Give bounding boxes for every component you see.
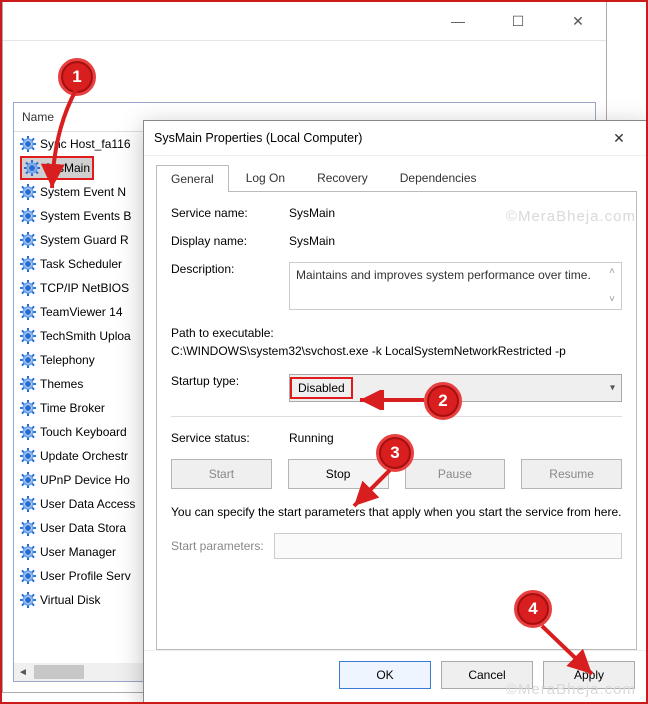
parent-titlebar: — ☐ ✕ (3, 2, 606, 41)
resume-button[interactable]: Resume (521, 459, 622, 489)
watermark: ©MeraBheja.com (506, 208, 636, 225)
start-params-hint: You can specify the start parameters tha… (171, 503, 622, 521)
service-label: TCP/IP NetBIOS (40, 281, 129, 295)
dialog-titlebar: SysMain Properties (Local Computer) ✕ (144, 121, 648, 156)
pause-button[interactable]: Pause (405, 459, 506, 489)
gear-icon (20, 256, 36, 272)
dialog-close-button[interactable]: ✕ (599, 123, 639, 153)
gear-icon (20, 352, 36, 368)
service-label: Update Orchestr (40, 449, 128, 463)
gear-icon (20, 424, 36, 440)
gear-icon (20, 592, 36, 608)
description-scrollbar[interactable]: ˄ ˅ (605, 265, 619, 307)
service-status-label: Service status: (171, 431, 289, 445)
start-params-label: Start parameters: (171, 539, 264, 553)
close-button[interactable]: ✕ (558, 6, 598, 36)
scroll-up-icon[interactable]: ˄ (605, 265, 619, 279)
path-label: Path to executable: (171, 324, 622, 342)
minimize-button[interactable]: — (438, 6, 478, 36)
gear-icon (20, 232, 36, 248)
separator (171, 416, 622, 417)
description-text: Maintains and improves system performanc… (296, 268, 591, 282)
service-label: Touch Keyboard (40, 425, 127, 439)
gear-icon (20, 280, 36, 296)
path-value: C:\WINDOWS\system32\svchost.exe -k Local… (171, 342, 622, 360)
tab-recovery[interactable]: Recovery (302, 164, 383, 191)
service-label: System Guard R (40, 233, 129, 247)
annotation-marker-3: 3 (376, 434, 414, 472)
scroll-thumb[interactable] (34, 665, 84, 679)
tab-strip: General Log On Recovery Dependencies (156, 164, 637, 192)
service-label: Telephony (40, 353, 95, 367)
description-label: Description: (171, 262, 289, 276)
gear-icon (20, 472, 36, 488)
service-label: Virtual Disk (40, 593, 100, 607)
gear-icon (20, 304, 36, 320)
gear-icon (20, 136, 36, 152)
general-tab-panel: Service name: SysMain Display name: SysM… (156, 192, 637, 650)
annotation-marker-1: 1 (58, 58, 96, 96)
service-status-value: Running (289, 431, 622, 445)
start-button[interactable]: Start (171, 459, 272, 489)
watermark: ©MeraBheja.com (506, 681, 636, 698)
maximize-button[interactable]: ☐ (498, 6, 538, 36)
tab-dependencies[interactable]: Dependencies (385, 164, 492, 191)
service-label: User Manager (40, 545, 116, 559)
scroll-left-arrow[interactable]: ◄ (14, 663, 32, 681)
gear-icon (20, 568, 36, 584)
gear-icon (20, 400, 36, 416)
gear-icon (20, 544, 36, 560)
service-label: Sync Host_fa116 (40, 137, 131, 151)
description-box: Maintains and improves system performanc… (289, 262, 622, 310)
gear-icon (20, 208, 36, 224)
tab-logon[interactable]: Log On (231, 164, 300, 191)
scroll-down-icon[interactable]: ˅ (605, 293, 619, 307)
service-label: SysMain (44, 161, 90, 175)
annotation-marker-2: 2 (424, 382, 462, 420)
service-label: User Data Stora (40, 521, 126, 535)
service-name-label: Service name: (171, 206, 289, 220)
startup-type-value: Disabled (290, 377, 353, 399)
service-label: TechSmith Uploa (40, 329, 131, 343)
service-label: Time Broker (40, 401, 105, 415)
chevron-down-icon: ▾ (610, 383, 615, 394)
service-label: User Data Access (40, 497, 135, 511)
gear-icon (24, 160, 40, 176)
start-params-input (274, 533, 622, 559)
display-name-value: SysMain (289, 234, 622, 248)
annotation-marker-4: 4 (514, 590, 552, 628)
dialog-title: SysMain Properties (Local Computer) (154, 131, 362, 145)
gear-icon (20, 496, 36, 512)
display-name-label: Display name: (171, 234, 289, 248)
service-label: Task Scheduler (40, 257, 122, 271)
service-label: UPnP Device Ho (40, 473, 130, 487)
service-label: System Events B (40, 209, 131, 223)
gear-icon (20, 520, 36, 536)
service-label: User Profile Serv (40, 569, 131, 583)
gear-icon (20, 184, 36, 200)
startup-type-label: Startup type: (171, 374, 289, 388)
highlighted-service[interactable]: SysMain (20, 156, 94, 180)
column-name-header[interactable]: Name (22, 110, 54, 124)
stop-button[interactable]: Stop (288, 459, 389, 489)
service-label: TeamViewer 14 (40, 305, 123, 319)
gear-icon (20, 376, 36, 392)
gear-icon (20, 328, 36, 344)
tab-general[interactable]: General (156, 165, 229, 192)
service-label: Themes (40, 377, 83, 391)
gear-icon (20, 448, 36, 464)
ok-button[interactable]: OK (339, 661, 431, 689)
service-label: System Event N (40, 185, 126, 199)
